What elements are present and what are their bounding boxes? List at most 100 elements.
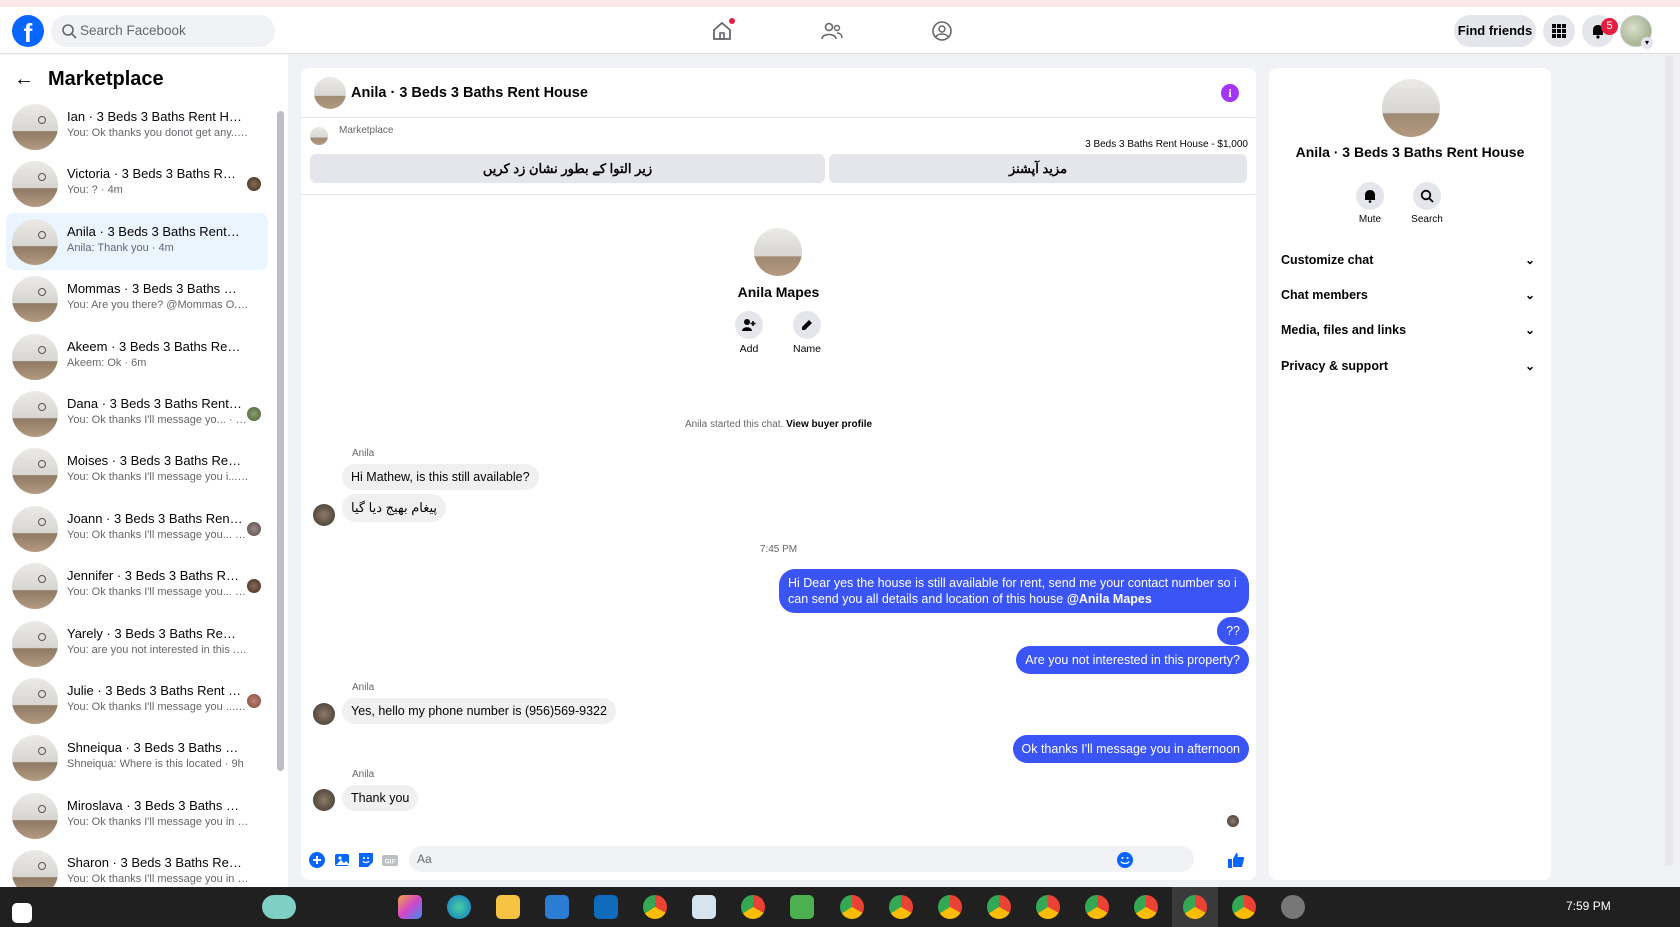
chrome-icon[interactable]: [1085, 895, 1109, 919]
paint-icon[interactable]: [692, 895, 716, 919]
conversation-item[interactable]: Miroslava · 3 Beds 3 Baths Rent ... You:…: [6, 787, 268, 844]
thumbs-up-icon[interactable]: [1227, 851, 1245, 869]
outlook-icon[interactable]: [594, 895, 618, 919]
seen-avatar: [247, 693, 261, 708]
conversation-item[interactable]: Yarely · 3 Beds 3 Baths Rent Ho... You: …: [6, 615, 268, 672]
chat-header: Anila · 3 Beds 3 Baths Rent House i: [301, 68, 1256, 118]
conversation-name: Shneiqua · 3 Beds 3 Baths Rent ...: [67, 740, 243, 756]
view-buyer-profile-link[interactable]: View buyer profile: [786, 419, 872, 430]
file-explorer-icon[interactable]: [496, 895, 520, 919]
conversation-item[interactable]: Julie · 3 Beds 3 Baths Rent Ho... You: O…: [6, 672, 268, 729]
sidebar-scrollbar[interactable]: [277, 111, 284, 771]
conversation-avatar: [12, 505, 58, 552]
mark-pending-button[interactable]: زیر التوا کے بطور نشان زد کریں: [310, 154, 825, 183]
add-button[interactable]: Add: [719, 311, 779, 355]
more-options-button[interactable]: مزید آپشنز: [829, 154, 1247, 183]
outgoing-message[interactable]: Are you not interested in this property?: [1016, 646, 1249, 674]
emoji-icon[interactable]: [1116, 851, 1134, 869]
sender-avatar[interactable]: [313, 504, 335, 526]
search-chat-button[interactable]: Search: [1399, 182, 1455, 225]
spreadsheet-icon[interactable]: [790, 895, 814, 919]
message-input[interactable]: Aa: [409, 846, 1194, 872]
profile-avatar-large[interactable]: [754, 228, 802, 276]
chrome-icon[interactable]: [1183, 895, 1207, 919]
chrome-icon[interactable]: [1036, 895, 1060, 919]
edge-icon[interactable]: [447, 895, 471, 919]
incoming-message[interactable]: Yes, hello my phone number is (956)569-9…: [342, 698, 616, 724]
conversation-item[interactable]: Shneiqua · 3 Beds 3 Baths Rent ... Shnei…: [6, 729, 268, 786]
chrome-icon[interactable]: [1232, 895, 1256, 919]
windows-start-icon[interactable]: [12, 903, 32, 923]
mute-button[interactable]: Mute: [1342, 182, 1398, 225]
mention[interactable]: @Anila Mapes: [1067, 592, 1152, 606]
conversation-item[interactable]: Ian · 3 Beds 3 Baths Rent House You: Ok …: [6, 98, 268, 155]
pencil-icon: [802, 320, 812, 330]
chrome-icon[interactable]: [889, 895, 913, 919]
find-friends-button[interactable]: Find friends: [1454, 15, 1536, 47]
chat-members-section[interactable]: Chat members ⌄: [1281, 280, 1535, 310]
sender-avatar[interactable]: [313, 789, 335, 811]
conversation-item[interactable]: Victoria · 3 Beds 3 Baths Rent... You: ?…: [6, 155, 268, 212]
copilot-icon[interactable]: [398, 895, 422, 919]
media-files-links-section[interactable]: Media, files and links ⌄: [1281, 315, 1535, 345]
chrome-icon[interactable]: [1134, 895, 1158, 919]
chevron-down-icon[interactable]: ▾: [1641, 37, 1653, 49]
outgoing-message[interactable]: ??: [1217, 617, 1249, 645]
back-arrow-icon[interactable]: ←: [14, 68, 34, 91]
incoming-message[interactable]: Thank you: [342, 785, 419, 811]
conversation-avatar: [12, 563, 58, 610]
conversation-avatar: [12, 104, 58, 150]
conversation-item-active[interactable]: Anila · 3 Beds 3 Baths Rent House Anila:…: [6, 212, 268, 271]
listing-thumbnail[interactable]: [310, 127, 328, 145]
outgoing-message[interactable]: Ok thanks I'll message you in afternoon: [1012, 735, 1249, 763]
sender-avatar[interactable]: [313, 703, 335, 725]
chat-header-avatar[interactable]: [314, 77, 346, 109]
info-icon[interactable]: i: [1221, 84, 1239, 102]
privacy-support-section[interactable]: Privacy & support ⌄: [1281, 351, 1535, 381]
conversation-item[interactable]: Mommas · 3 Beds 3 Baths Rent ... You: Ar…: [6, 270, 268, 327]
sticker-icon[interactable]: [357, 851, 375, 869]
section-label: Customize chat: [1281, 253, 1374, 267]
conversation-item[interactable]: Moises · 3 Beds 3 Baths Rent H... You: O…: [6, 442, 268, 499]
chrome-icon[interactable]: [840, 895, 864, 919]
chrome-icon[interactable]: [643, 895, 667, 919]
name-button[interactable]: Name: [777, 311, 837, 355]
chat-title[interactable]: Anila · 3 Beds 3 Baths Rent House: [351, 85, 588, 101]
incoming-message[interactable]: Hi Mathew, is this still available?: [342, 464, 539, 490]
photo-icon[interactable]: [333, 851, 351, 869]
chat-info-panel: Anila · 3 Beds 3 Baths Rent House Mute S…: [1269, 68, 1551, 880]
conversation-item[interactable]: Akeem · 3 Beds 3 Baths Rent H... Akeem: …: [6, 328, 268, 385]
taskbar-clock[interactable]: 7:59 PM: [1566, 899, 1611, 913]
search-placeholder[interactable]: Search Facebook: [80, 23, 186, 38]
message-timestamp: 7:45 PM: [759, 544, 798, 555]
friends-icon[interactable]: [820, 19, 844, 43]
conversation-avatar: [12, 735, 58, 782]
plus-icon[interactable]: [308, 851, 326, 869]
page-scrollbar-thumb[interactable]: [1665, 56, 1673, 866]
conversation-item[interactable]: Jennifer · 3 Beds 3 Baths Rent... You: O…: [6, 557, 268, 614]
conversation-name: Anila · 3 Beds 3 Baths Rent House: [67, 223, 243, 239]
read-receipt-avatar: [1227, 815, 1239, 827]
search-box[interactable]: Search Facebook: [51, 15, 275, 47]
facebook-logo[interactable]: f: [12, 15, 44, 47]
conversation-item[interactable]: Dana · 3 Beds 3 Baths Rent H... You: Ok …: [6, 385, 268, 442]
gif-icon[interactable]: GIF: [381, 851, 399, 869]
chrome-icon[interactable]: [938, 895, 962, 919]
chrome-icon[interactable]: [987, 895, 1011, 919]
store-icon[interactable]: [545, 895, 569, 919]
chrome-icon[interactable]: [741, 895, 765, 919]
outgoing-message[interactable]: Hi Dear yes the house is still available…: [779, 569, 1249, 613]
add-label: Add: [739, 343, 759, 355]
conversation-item[interactable]: Joann · 3 Beds 3 Baths Rent ... You: Ok …: [6, 500, 268, 557]
menu-button[interactable]: [1543, 15, 1575, 47]
info-panel-avatar[interactable]: [1382, 79, 1440, 137]
section-label: Media, files and links: [1281, 323, 1407, 337]
sender-name: Anila: [352, 448, 375, 459]
bell-icon: [1365, 190, 1375, 203]
widget-icon[interactable]: [262, 895, 296, 919]
settings-icon[interactable]: [1281, 895, 1305, 919]
incoming-message[interactable]: پیغام بھیج دیا گیا: [342, 494, 447, 522]
customize-chat-section[interactable]: Customize chat ⌄: [1281, 245, 1535, 275]
conversation-name: Yarely · 3 Beds 3 Baths Rent Ho...: [67, 625, 243, 641]
groups-icon[interactable]: [930, 19, 954, 43]
